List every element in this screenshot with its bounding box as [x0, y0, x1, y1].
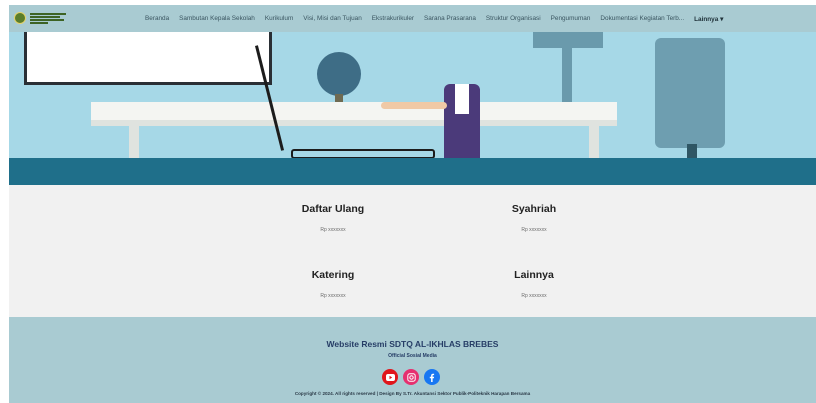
fee-card-katering: Katering Rp xxxxxxx: [263, 269, 403, 299]
globe-illustration: [317, 52, 361, 96]
desk-leg: [589, 126, 599, 158]
top-navbar: Beranda Sambutan Kepala Sekolah Kurikulu…: [9, 5, 816, 32]
person-arm: [381, 102, 447, 109]
nav-item-pengumuman[interactable]: Pengumuman: [551, 15, 591, 22]
nav-menu: Beranda Sambutan Kepala Sekolah Kurikulu…: [145, 5, 723, 32]
fee-card-lainnya: Lainnya Rp xxxxxxx: [464, 269, 604, 299]
desk-edge: [91, 120, 617, 126]
nav-item-lainnya-dropdown[interactable]: Lainnya ▾: [694, 15, 723, 23]
fee-card-daftar-ulang: Daftar Ulang Rp xxxxxxx: [263, 203, 403, 233]
fee-title: Katering: [311, 269, 355, 281]
fee-title: Syahriah: [511, 203, 557, 215]
desk-leg: [129, 126, 139, 158]
chair-base: [687, 144, 697, 158]
social-links: [382, 369, 440, 385]
monitor-illustration: [533, 32, 603, 48]
fee-title: Lainnya: [514, 269, 554, 281]
person-shirt: [455, 84, 469, 114]
nav-item-visi-misi[interactable]: Visi, Misi dan Tujuan: [303, 15, 362, 22]
fee-price: Rp xxxxxxx: [521, 227, 547, 233]
footer-subtitle: Official Sosial Media: [388, 353, 437, 359]
fee-price: Rp xxxxxxx: [320, 293, 346, 299]
nav-item-sambutan[interactable]: Sambutan Kepala Sekolah: [179, 15, 255, 22]
facebook-icon[interactable]: [424, 369, 440, 385]
nav-item-beranda[interactable]: Beranda: [145, 15, 169, 22]
hero-banner: [9, 32, 816, 185]
fee-card-syahriah: Syahriah Rp xxxxxxx: [464, 203, 604, 233]
nav-item-sarana[interactable]: Sarana Prasarana: [424, 15, 476, 22]
logo-text-lines: [30, 12, 66, 24]
nav-item-struktur[interactable]: Struktur Organisasi: [486, 15, 541, 22]
fee-price: Rp xxxxxxx: [320, 227, 346, 233]
fee-title: Daftar Ulang: [301, 203, 365, 215]
nav-item-dokumentasi[interactable]: Dokumentasi Kegiatan Terb...: [600, 15, 684, 22]
page-frame: Beranda Sambutan Kepala Sekolah Kurikulu…: [9, 5, 816, 403]
instagram-icon[interactable]: [403, 369, 419, 385]
desk-illustration: [91, 102, 617, 122]
whiteboard-illustration: [24, 32, 272, 85]
fee-price: Rp xxxxxxx: [521, 293, 547, 299]
nav-item-kurikulum[interactable]: Kurikulum: [265, 15, 293, 22]
copyright-text: Copyright © 2024. All rights reserved | …: [294, 391, 531, 396]
footer-title: Website Resmi SDTQ AL-IKHLAS BREBES: [326, 339, 499, 349]
nav-item-ekstrakurikuler[interactable]: Ekstrakurikuler: [372, 15, 414, 22]
youtube-icon[interactable]: [382, 369, 398, 385]
monitor-stand: [562, 48, 572, 103]
hero-bottom-band: [9, 158, 816, 185]
site-footer: Website Resmi SDTQ AL-IKHLAS BREBES Offi…: [9, 317, 816, 403]
logo-badge: [14, 12, 26, 24]
chair-illustration: [655, 38, 725, 148]
school-logo-icon[interactable]: [14, 11, 74, 25]
fees-section: Daftar Ulang Rp xxxxxxx Syahriah Rp xxxx…: [9, 185, 816, 317]
